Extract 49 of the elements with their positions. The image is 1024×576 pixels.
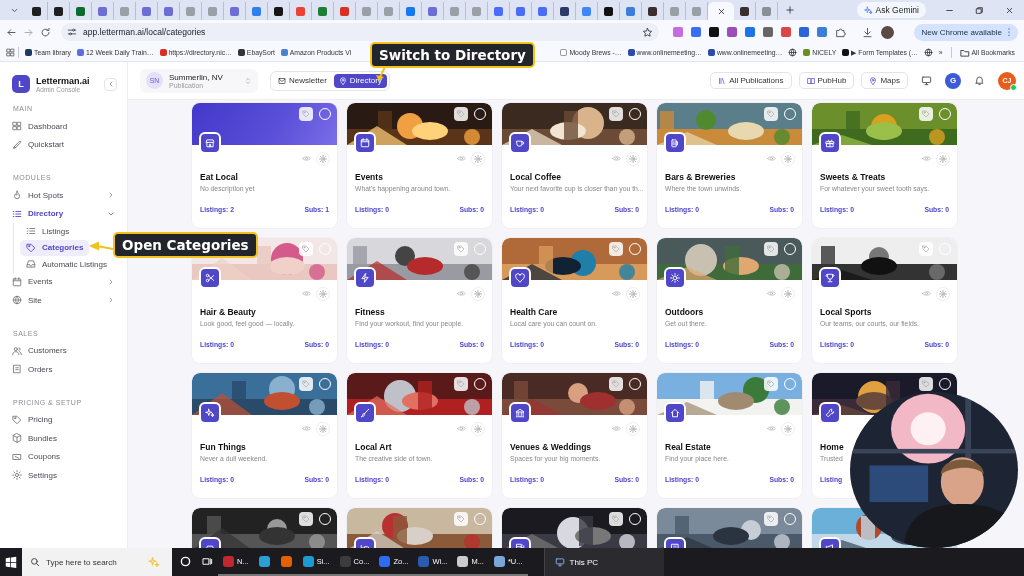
card-title: Sweets & Treats (820, 172, 887, 182)
app-name: Letterman.ai (36, 75, 90, 86)
preview-title: This PC (569, 557, 598, 567)
card-title: Bars & Breweries (665, 172, 737, 182)
sidebar-item[interactable]: Pricing (6, 410, 121, 429)
sidebar-item[interactable]: Settings (6, 466, 121, 485)
card-title: Outdoors (665, 307, 705, 317)
card-title: Hair & Beauty (200, 307, 257, 317)
sidebar-item[interactable]: Quickstart (6, 135, 121, 154)
search-placeholder: Type here to search (46, 557, 117, 567)
sidebar-item[interactable]: Site (6, 291, 121, 310)
card-title: Real Estate (665, 442, 712, 452)
sidebar-item[interactable]: Coupons (6, 447, 121, 466)
card-title: Fun Things (200, 442, 247, 452)
card-title: Events (355, 172, 384, 182)
sidebar-item[interactable]: Directory (6, 204, 121, 223)
ask-gemini-button[interactable]: Ask Gemini (856, 2, 926, 18)
card-title: Venues & Weddings (510, 442, 593, 452)
sidebar-item[interactable]: Listings (20, 223, 76, 240)
mode-tab[interactable]: Directory (333, 73, 387, 88)
card-title: Eat Local (200, 172, 239, 182)
card-title: Local Coffee (510, 172, 562, 182)
publication-name: Summerlin, NV (169, 72, 223, 82)
update-button[interactable]: New Chrome available (913, 23, 1018, 41)
card-title: Local Art (355, 442, 393, 452)
sidebar-item[interactable]: Hot Spots (6, 186, 121, 205)
callout-label: Open Categories (113, 232, 258, 258)
mode-tab[interactable]: Newsletter (273, 73, 332, 88)
url-text: app.letterman.ai/local/categories (83, 27, 206, 37)
toolbar-button[interactable]: Maps (861, 72, 908, 89)
taskbar-search-field[interactable]: Type here to search (22, 548, 172, 576)
sidebar-item[interactable]: Automatic Listings (20, 256, 113, 273)
sidebar-item[interactable]: Events (6, 272, 121, 291)
card-title: Health Care (510, 307, 559, 317)
taskbar-preview[interactable]: This PC (543, 548, 664, 576)
sidebar-item[interactable]: Bundles (6, 429, 121, 448)
account-avatar[interactable]: G (945, 72, 961, 89)
address-bar[interactable]: app.letterman.ai/local/categories (61, 23, 659, 41)
sidebar-item[interactable]: Dashboard (6, 117, 121, 136)
sidebar-item[interactable]: Customers (6, 341, 121, 360)
logo: L (12, 75, 30, 93)
card-title: Local Sports (820, 307, 873, 317)
callout-label: Switch to Directory (370, 42, 535, 68)
toolbar-button[interactable]: PubHub (798, 72, 855, 89)
card-title: Fitness (355, 307, 386, 317)
toolbar-button[interactable]: All Publications (710, 72, 792, 89)
sidebar-item[interactable]: Orders (6, 360, 121, 379)
sidebar-item[interactable]: Categories (20, 239, 90, 256)
card-title: Home (820, 442, 845, 452)
